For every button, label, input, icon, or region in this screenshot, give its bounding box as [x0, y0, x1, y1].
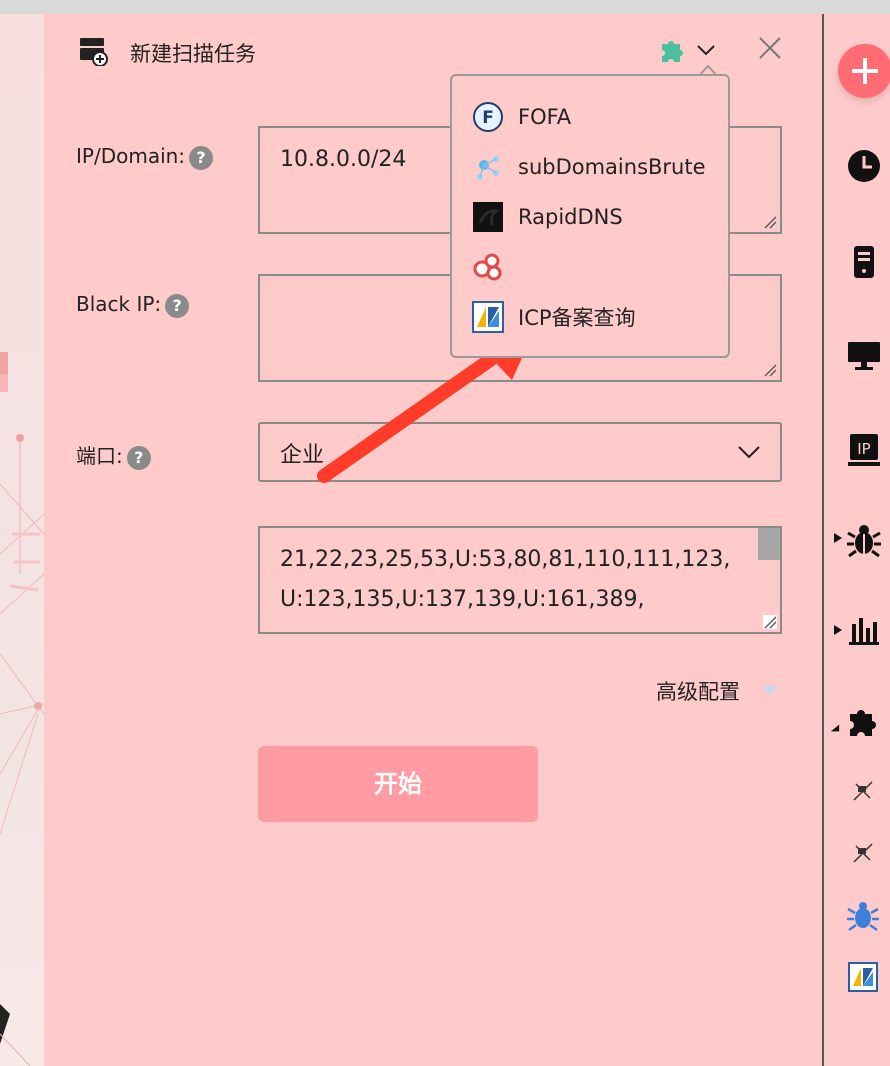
plugin-dropdown-menu: F FOFA subDomainsBrute RapidDNS ICP备案查询	[450, 74, 730, 358]
plugin-item-subdomainsbrute[interactable]: subDomainsBrute	[472, 148, 706, 186]
plugin-item-label: ICP备案查询	[518, 306, 636, 330]
plugin-item-bubbles[interactable]	[472, 248, 518, 286]
svg-text:F: F	[482, 108, 494, 128]
subdomainsbrute-icon	[477, 156, 499, 180]
icp-icon	[472, 301, 504, 333]
plugin-item-rapiddns[interactable]: RapidDNS	[472, 198, 623, 236]
plugin-item-label: FOFA	[518, 105, 572, 129]
rapiddns-icon	[473, 202, 503, 232]
red-arrow-annotation	[317, 322, 538, 483]
plugin-item-fofa[interactable]: F FOFA	[472, 98, 571, 136]
plugin-item-label: subDomainsBrute	[518, 155, 706, 179]
plugin-item-icp[interactable]: ICP备案查询	[472, 298, 636, 336]
bubbles-icon	[473, 253, 502, 281]
fofa-icon: F	[473, 102, 503, 132]
plugin-item-label: RapidDNS	[518, 205, 623, 229]
